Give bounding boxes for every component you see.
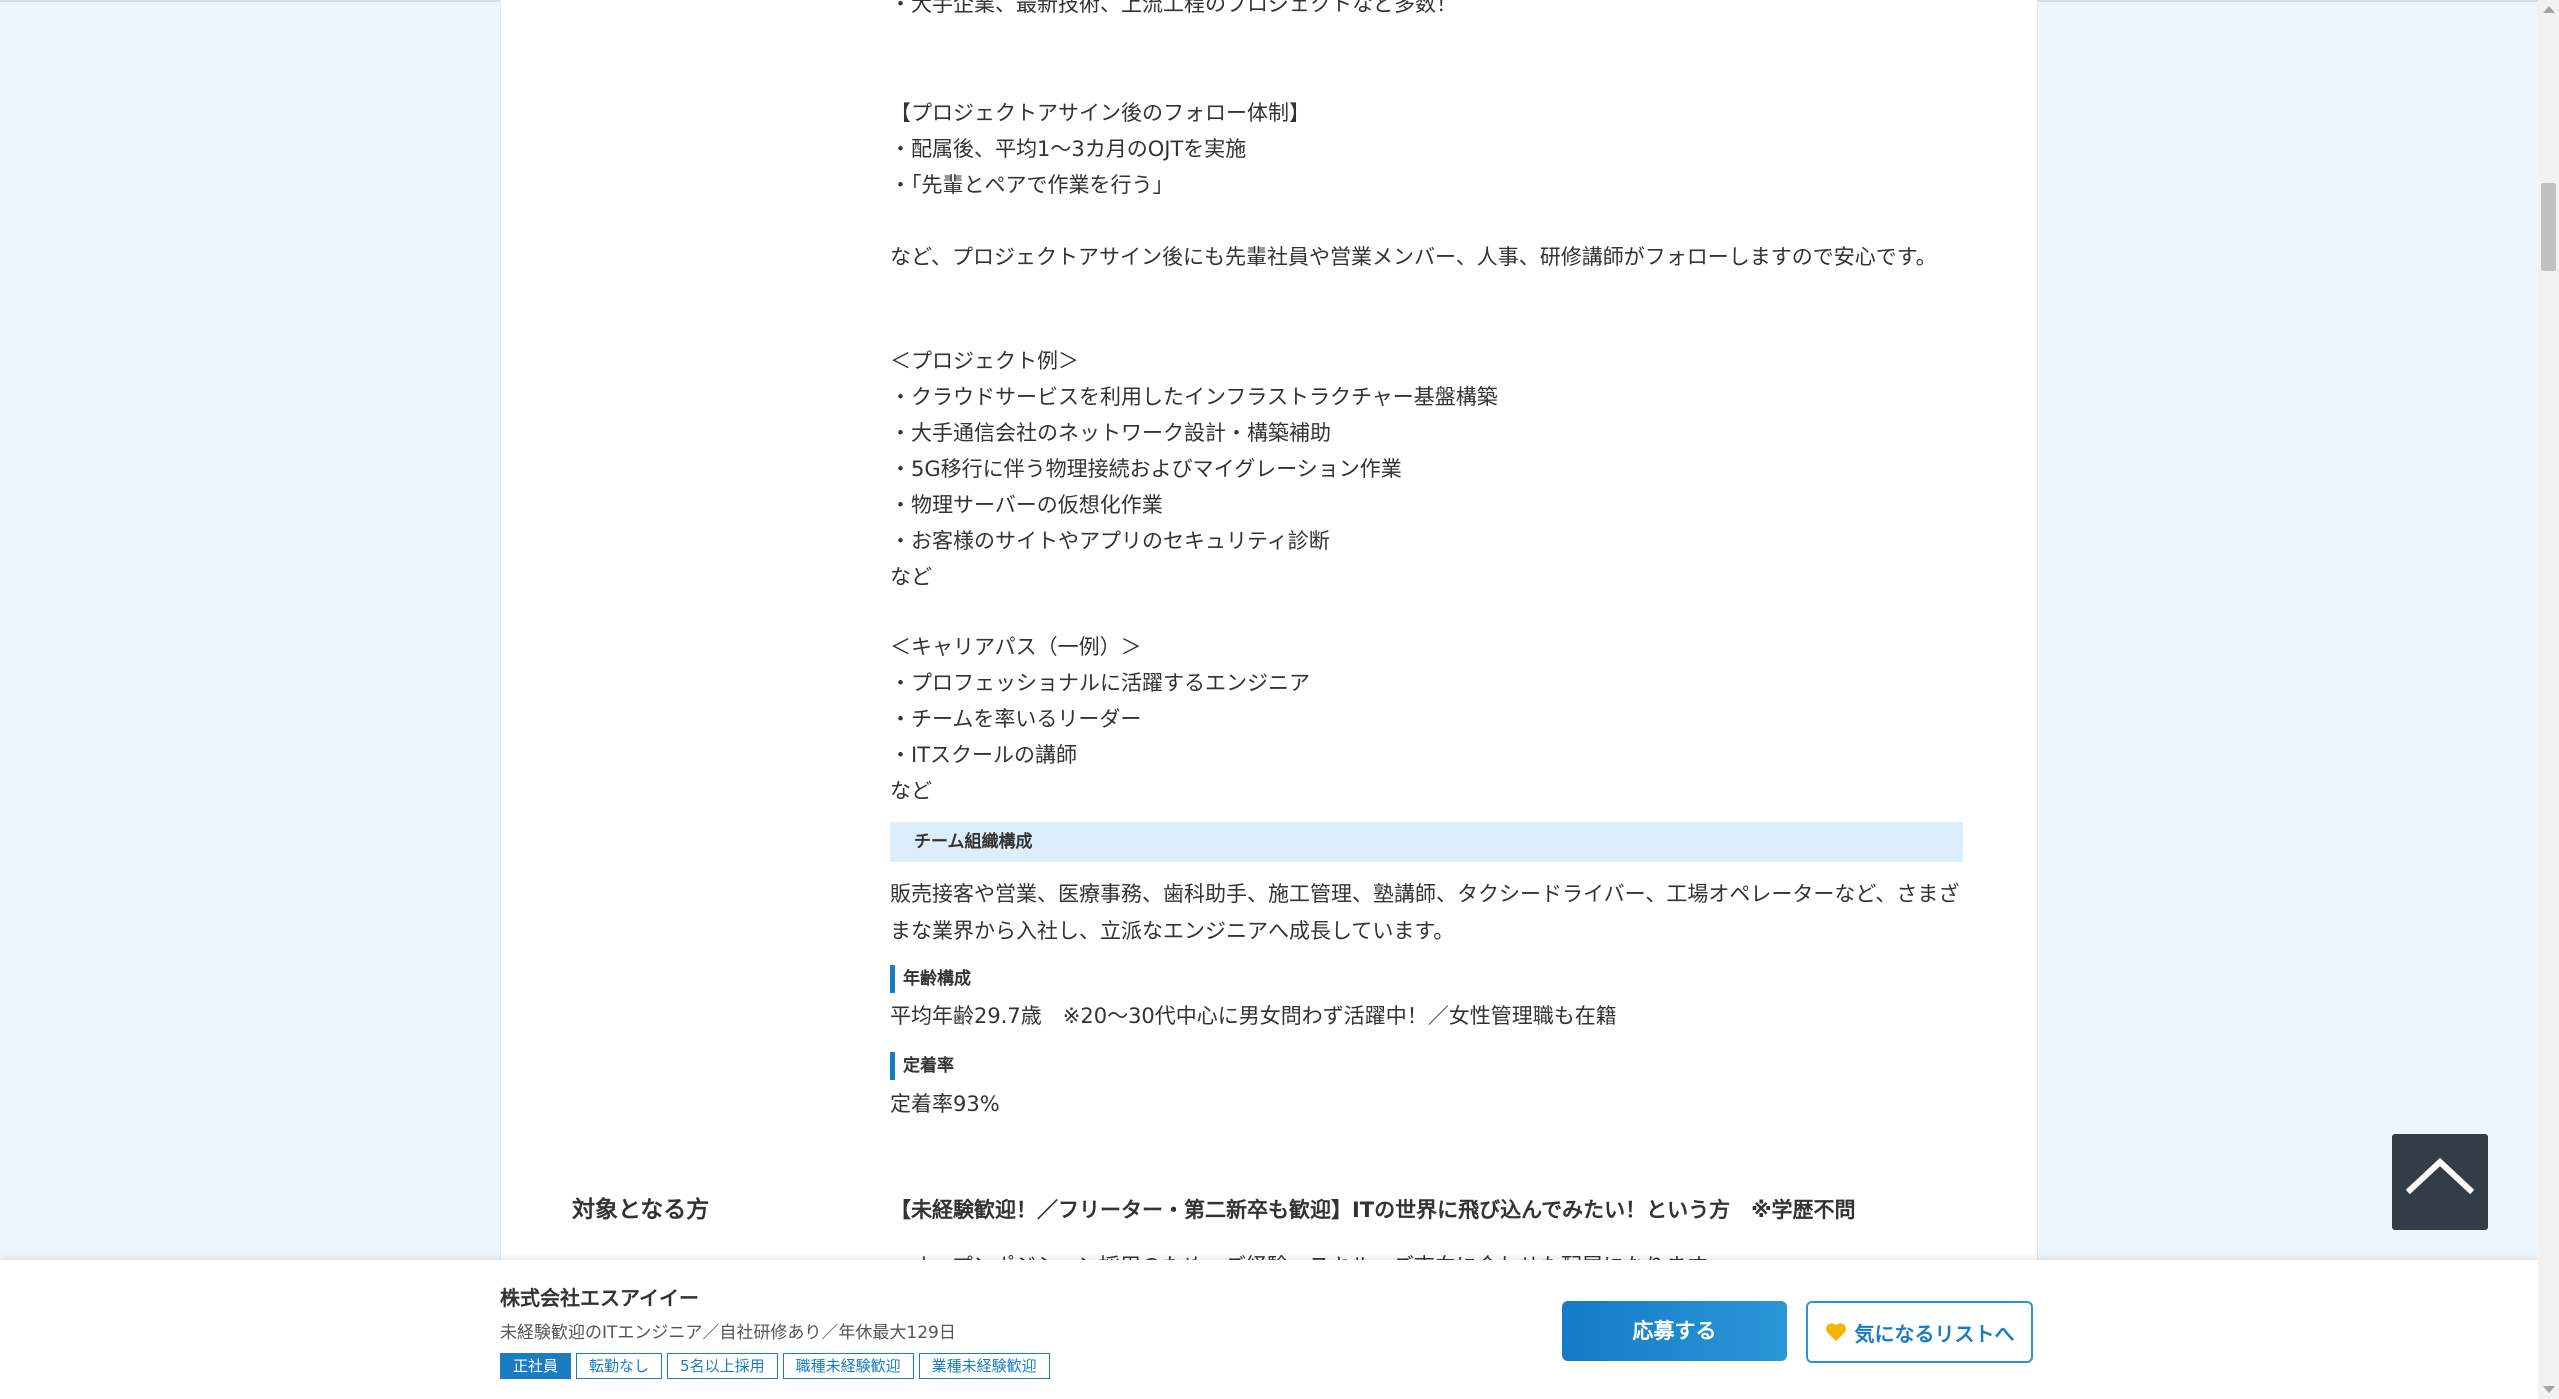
project-section: ＜プロジェクト例＞ ・クラウドサービスを利用したインフラストラクチャー基盤構築 … [890,343,1962,595]
career-item: ・チームを率いるリーダー [890,707,1142,731]
job-title: 未経験歓迎のITエンジニア／自社研修あり／年休最大129日 [500,1323,956,1343]
team-section-heading: チーム組織構成 [890,822,1963,862]
tag-employment-type: 正社員 [500,1353,572,1379]
retention-heading: 定着率 [890,1052,954,1080]
vertical-scrollbar[interactable] [2538,0,2559,1399]
project-item: ・お客様のサイトやアプリのセキュリティ診断 [890,529,1330,553]
target-label: 対象となる方 [572,1197,710,1223]
tag: 転勤なし [576,1353,663,1379]
project-end: など [890,565,932,589]
follow-section: 【プロジェクトアサイン後のフォロー体制】 ・配属後、平均1～3カ月のOJTを実施… [890,95,1962,275]
scroll-thumb[interactable] [2541,183,2556,271]
project-title: ＜プロジェクト例＞ [890,349,1079,373]
project-item: ・クラウドサービスを利用したインフラストラクチャー基盤構築 [890,385,1498,409]
follow-item: ・配属後、平均1～3カ月のOJTを実施 [890,137,1247,161]
retention-text: 定着率93% [890,1092,1000,1116]
tag: 業種未経験歓迎 [918,1353,1050,1379]
follow-item: ・「先輩とペアで作業を行う」 [890,173,1174,197]
heart-icon [1825,1323,1846,1342]
favorite-label: 気になるリストへ [1854,1321,2015,1346]
chevron-up-icon [2406,1157,2474,1194]
age-heading: 年齢構成 [890,965,971,993]
job-tags: 正社員 転勤なし 5名以上採用 職種未経験歓迎 業種未経験歓迎 [500,1353,1050,1379]
career-title: ＜キャリアパス（一例）＞ [890,635,1142,659]
age-text: 平均年齢29.7歳 ※20～30代中心に男女問わず活躍中！／女性管理職も在籍 [890,1004,1617,1028]
career-item: ・ITスクールの講師 [890,743,1078,767]
partial-text-line: ・大手企業、最新技術、上流工程のプロジェクトなど多数！ [890,0,1457,16]
tag: 職種未経験歓迎 [782,1353,914,1379]
sticky-apply-bar: 株式会社エスアイイー 未経験歓迎のITエンジニア／自社研修あり／年休最大129日… [0,1260,2538,1399]
team-description: 販売接客や営業、医療事務、歯科助手、施工管理、塾講師、タクシードライバー、工場オ… [890,882,1960,943]
tag: 5名以上採用 [667,1353,778,1379]
career-item: ・プロフェッショナルに活躍するエンジニア [890,671,1310,695]
project-item: ・物理サーバーの仮想化作業 [890,493,1163,517]
follow-note: など、プロジェクトアサイン後にも先輩社員や営業メンバー、人事、研修講師がフォロー… [890,245,1937,269]
scroll-down-arrow-icon[interactable] [2543,1386,2555,1393]
career-end: など [890,779,932,803]
career-section: ＜キャリアパス（一例）＞ ・プロフェッショナルに活躍するエンジニア ・チームを率… [890,629,1962,809]
apply-button[interactable]: 応募する [1562,1301,1787,1361]
follow-title: 【プロジェクトアサイン後のフォロー体制】 [890,101,1310,125]
project-item: ・大手通信会社のネットワーク設計・構築補助 [890,421,1331,445]
scroll-up-arrow-icon[interactable] [2543,6,2555,13]
back-to-top-button[interactable] [2392,1134,2488,1230]
favorite-list-button[interactable]: 気になるリストへ [1806,1301,2033,1363]
project-item: ・5G移行に伴う物理接続およびマイグレーション作業 [890,457,1402,481]
company-name: 株式会社エスアイイー [500,1286,699,1310]
target-headline: 【未経験歓迎！／フリーター・第二新卒も歓迎】ITの世界に飛び込んでみたい！という… [890,1198,1856,1222]
